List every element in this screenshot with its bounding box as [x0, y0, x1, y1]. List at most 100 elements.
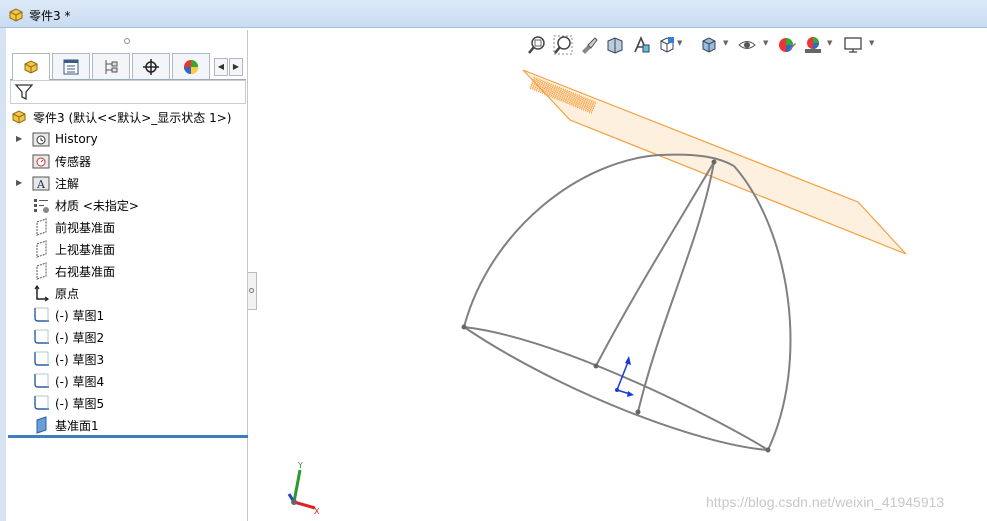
tree-item-front-plane[interactable]: 前视基准面 — [14, 217, 115, 237]
chevron-down-icon[interactable]: ▼ — [827, 39, 832, 47]
tab-scroll-left-button[interactable]: ◀ — [214, 58, 228, 76]
tab-configuration-manager[interactable] — [92, 53, 130, 79]
vertex-points — [461, 159, 771, 453]
edit-appearance-icon — [779, 38, 796, 52]
svg-text:A: A — [36, 178, 46, 191]
annotation-icon: A — [32, 176, 50, 191]
tree-item-sketch3[interactable]: (-) 草图3 — [14, 349, 104, 369]
zoom-to-fit-icon — [528, 36, 545, 54]
crosshair-icon — [143, 58, 159, 75]
feature-manager-icon — [24, 60, 38, 74]
tab-dimxpert-manager[interactable] — [132, 53, 170, 79]
dome-wireframe[interactable] — [463, 153, 792, 451]
display-style-button[interactable] — [697, 33, 721, 57]
tree-root-label: 零件3 (默认<<默认>_显示状态 1>) — [33, 110, 232, 125]
monitor-icon — [844, 37, 862, 53]
tree-item-sensors[interactable]: 传感器 — [14, 151, 91, 171]
tab-display-manager[interactable] — [172, 53, 210, 79]
tree-item-label: 注解 — [55, 176, 80, 191]
tab-feature-manager[interactable] — [12, 53, 50, 80]
sketch-icon — [34, 373, 49, 388]
part-icon — [12, 110, 26, 124]
history-folder-icon — [32, 132, 50, 147]
zoom-to-fit-button[interactable] — [525, 33, 549, 57]
chevron-down-icon[interactable]: ▼ — [677, 39, 682, 47]
tree-item-label: 上视基准面 — [55, 242, 116, 257]
tree-item-label: 右视基准面 — [55, 264, 116, 279]
hide-show-items-button[interactable] — [735, 33, 759, 57]
tree-item-label: 材质 <未指定> — [55, 198, 139, 213]
view-orientation-button[interactable] — [655, 33, 679, 57]
tree-item-label: 原点 — [55, 286, 80, 301]
tree-item-label: 基准面1 — [55, 418, 99, 433]
tree-item-history[interactable]: ▶ History — [14, 129, 98, 149]
dynamic-annotation-icon — [634, 35, 650, 53]
part-icon — [9, 8, 23, 22]
zoom-to-area-icon — [553, 35, 573, 55]
manager-tabs: ◀ ▶ — [10, 52, 246, 80]
triad-y-label: Y — [297, 461, 303, 470]
sensor-icon — [32, 154, 50, 169]
triad-x-label: X — [314, 507, 320, 516]
edit-appearance-button[interactable] — [775, 33, 799, 57]
tree-item-material[interactable]: 材质 <未指定> — [14, 195, 139, 215]
tree-item-sketch2[interactable]: (-) 草图2 — [14, 327, 104, 347]
section-view-icon — [607, 37, 623, 54]
tree-item-right-plane[interactable]: 右视基准面 — [14, 261, 115, 281]
plane-icon — [36, 240, 47, 258]
zoom-to-area-button[interactable] — [551, 33, 575, 57]
chevron-down-icon[interactable]: ▼ — [763, 39, 768, 47]
material-icon — [34, 199, 49, 213]
pane-grip-dot[interactable] — [124, 38, 130, 44]
filter-icon[interactable] — [14, 82, 34, 102]
apply-scene-button[interactable] — [801, 33, 825, 57]
tree-root-part[interactable]: 零件3 (默认<<默认>_显示状态 1>) — [10, 107, 231, 127]
tree-item-label: 前视基准面 — [55, 220, 116, 235]
apply-scene-icon — [805, 37, 821, 53]
expand-arrow-icon[interactable]: ▶ — [16, 178, 22, 187]
rollback-bar[interactable] — [8, 435, 248, 438]
tree-item-top-plane[interactable]: 上视基准面 — [14, 239, 115, 259]
previous-view-button[interactable] — [577, 33, 601, 57]
display-style-icon — [702, 37, 716, 53]
sketch-icon — [34, 329, 49, 344]
tree-item-label: (-) 草图2 — [55, 330, 105, 345]
plane-icon — [36, 416, 47, 434]
view-orientation-icon — [660, 37, 674, 53]
tree-item-sketch1[interactable]: (-) 草图1 — [14, 305, 104, 325]
plane-icon — [36, 262, 47, 280]
view-settings-button[interactable] — [841, 33, 865, 57]
title-bar: 零件3 * — [0, 0, 987, 28]
tree-filter-box[interactable] — [10, 80, 246, 104]
graphics-area[interactable]: ▒▒▒▒▒▒▒▒ Y X — [258, 28, 987, 521]
tree-item-sketch5[interactable]: (-) 草图5 — [14, 393, 104, 413]
tree-item-annotations[interactable]: ▶ A 注解 — [14, 173, 79, 193]
tree-item-origin[interactable]: 原点 — [14, 283, 79, 303]
property-manager-icon — [63, 59, 79, 74]
tree-item-label: (-) 草图4 — [55, 374, 105, 389]
reference-triad: Y X — [287, 461, 320, 516]
display-manager-icon — [184, 59, 198, 74]
chevron-down-icon[interactable]: ▼ — [869, 39, 874, 47]
tree-item-plane1[interactable]: 基准面1 — [14, 415, 99, 435]
pane-collapse-handle[interactable] — [248, 272, 257, 310]
plane-icon — [36, 218, 47, 236]
sketch-icon — [34, 351, 49, 366]
tree-item-label: (-) 草图3 — [55, 352, 105, 367]
tree-item-sketch4[interactable]: (-) 草图4 — [14, 371, 104, 391]
configuration-manager-icon — [105, 59, 118, 74]
watermark-text: https://blog.csdn.net/weixin_41945913 — [706, 494, 945, 510]
chevron-down-icon[interactable]: ▼ — [723, 39, 728, 47]
previous-view-icon — [582, 37, 598, 54]
tree-item-label: (-) 草图1 — [55, 308, 105, 323]
dynamic-annotation-button[interactable] — [629, 33, 653, 57]
expand-arrow-icon[interactable]: ▶ — [16, 134, 22, 143]
sketch-icon — [34, 395, 49, 410]
tab-property-manager[interactable] — [52, 53, 90, 79]
origin-icon — [34, 284, 50, 302]
sketch-icon — [34, 307, 49, 322]
tab-scroll-right-button[interactable]: ▶ — [229, 58, 243, 76]
tree-item-label: 传感器 — [55, 154, 92, 169]
tree-item-label: (-) 草图5 — [55, 396, 105, 411]
section-view-button[interactable] — [603, 33, 627, 57]
